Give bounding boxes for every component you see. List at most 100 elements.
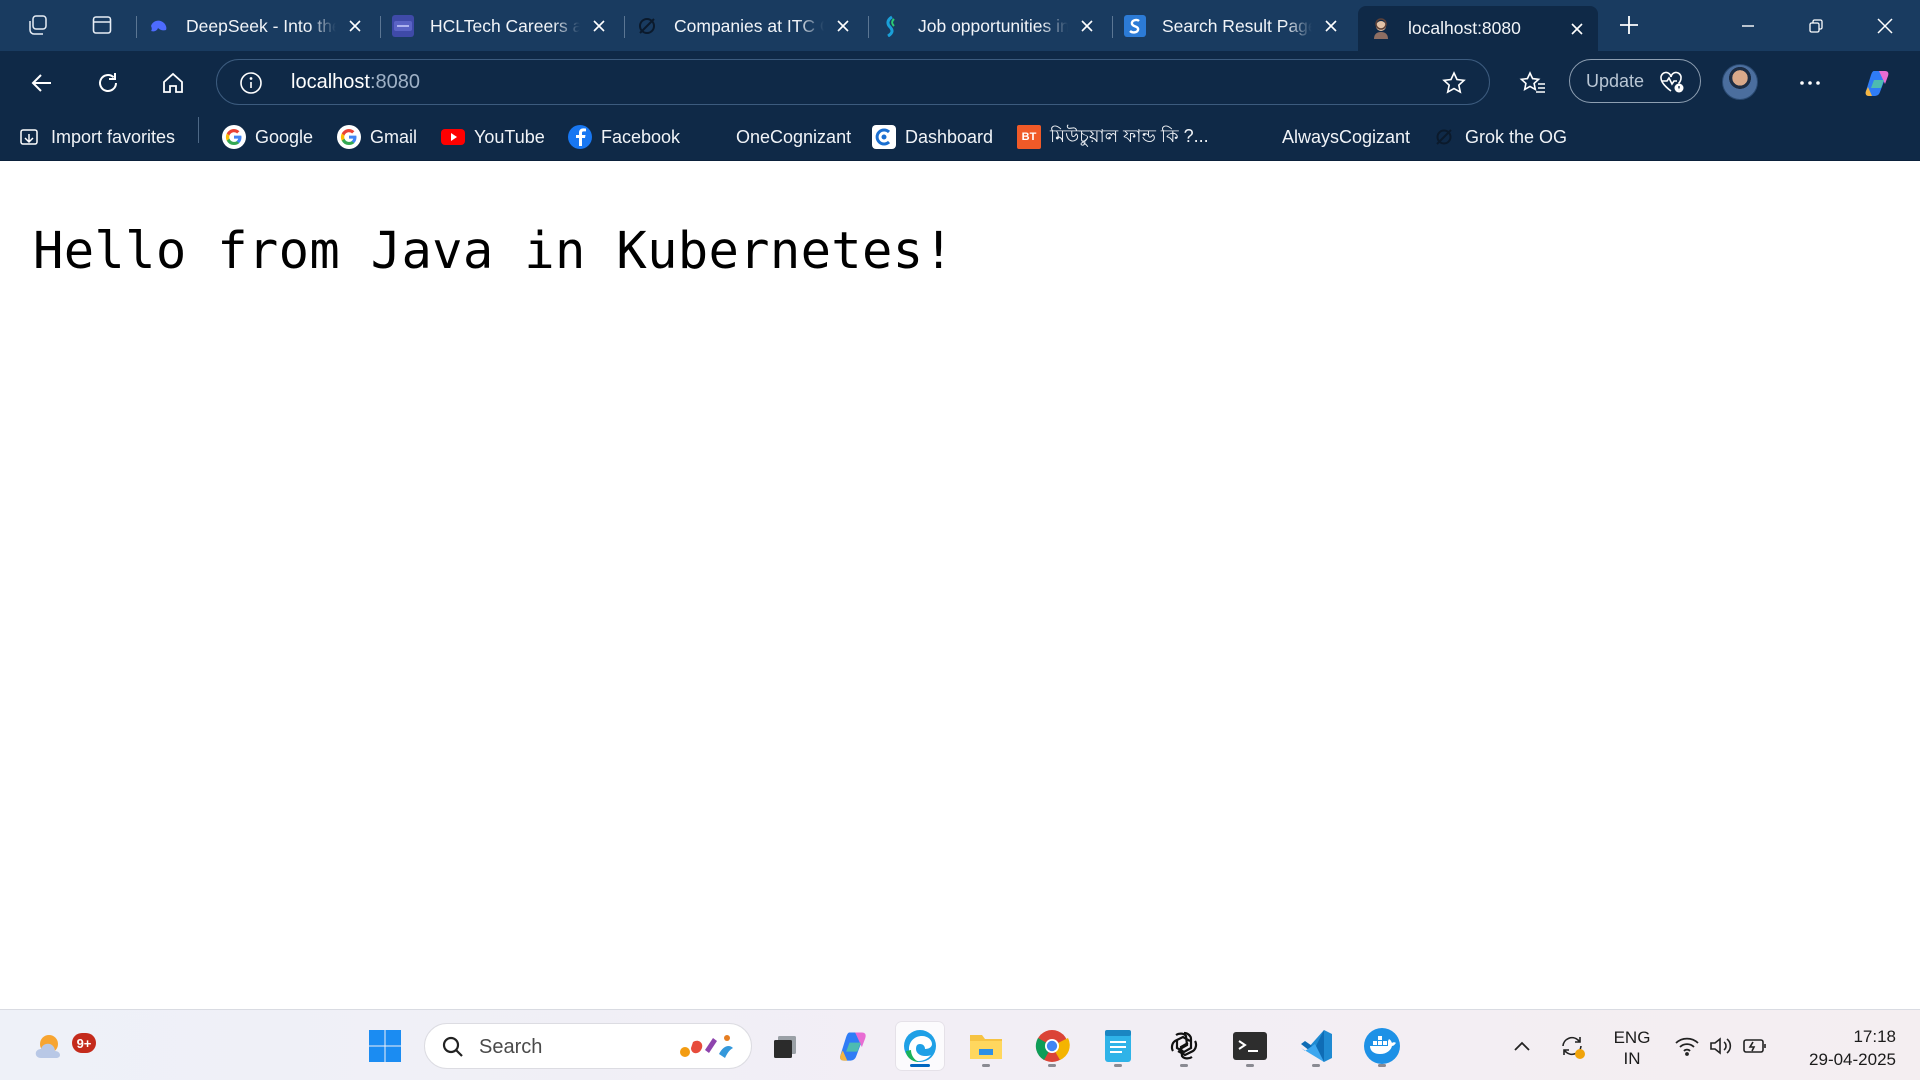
taskbar-chrome[interactable] [1028,1022,1076,1070]
running-indicator [1312,1064,1320,1067]
favorite-gmail[interactable]: Gmail [337,123,417,151]
taskbar-vscode[interactable] [1292,1022,1340,1070]
favorites-divider [198,117,199,143]
sync-status-button[interactable] [1552,1022,1592,1070]
window-close-button[interactable] [1850,0,1920,51]
tab-job-opportunities[interactable]: Job opportunities in [868,6,1108,46]
page-heading: Hello from Java in Kubernetes! [33,221,955,280]
bt-icon: BT [1017,125,1041,149]
minimize-button[interactable] [1713,0,1783,51]
taskbar-edge[interactable] [896,1022,944,1070]
task-view-button[interactable] [761,1022,809,1070]
terminal-icon [1233,1032,1267,1060]
favorite-google[interactable]: Google [222,123,313,151]
favorite-label: Grok the OG [1465,126,1568,147]
running-indicator [1378,1064,1386,1067]
tab-title: Search Result Page [1162,15,1312,36]
home-button[interactable] [153,63,193,103]
tab-hcltech[interactable]: HCLTech Careers and Jobs [380,6,620,46]
docker-icon [1364,1028,1400,1064]
back-button[interactable] [22,63,62,103]
weather-widget[interactable]: 9+ [26,1022,96,1070]
close-icon[interactable] [832,15,854,37]
vscode-icon [1301,1030,1332,1062]
favorite-star-icon[interactable] [1441,70,1467,96]
taskbar-file-explorer[interactable] [962,1022,1010,1070]
refresh-button[interactable] [88,63,128,103]
address-bar[interactable]: localhost:8080 [216,59,1490,105]
language-indicator[interactable]: ENG IN [1606,1022,1658,1070]
running-indicator [1180,1064,1188,1067]
clock-time: 17:18 [1853,1027,1896,1046]
address-url[interactable]: localhost:8080 [291,71,420,94]
search-highlight-icon [675,1030,739,1069]
search-icon [441,1035,465,1064]
weather-icon [35,1035,60,1058]
favorites-icon[interactable] [1513,63,1553,103]
google-icon [222,125,246,149]
taskbar-docker[interactable] [1358,1022,1406,1070]
taskbar-terminal[interactable] [1226,1022,1274,1070]
url-host: localhost [291,71,370,93]
new-tab-button[interactable] [1612,8,1646,42]
tab-search-result[interactable]: Search Result Page [1112,6,1352,46]
favorite-alwayscogizant[interactable]: AlwaysCogizant [1249,123,1410,151]
clock-date: 29-04-2025 [1809,1050,1896,1069]
running-indicator [1246,1064,1254,1067]
search-result-icon [1124,15,1146,37]
favorite-label: YouTube [474,126,545,147]
dashboard-icon [872,125,896,149]
copilot-icon[interactable] [1858,63,1898,103]
grok-icon [1432,125,1456,149]
favorite-import[interactable]: Import favorites [18,123,175,151]
deepseek-icon [148,15,170,37]
favorite-onecognizant[interactable]: OneCognizant [703,123,851,151]
more-menu-icon[interactable] [1790,63,1830,103]
update-button[interactable]: Update [1569,59,1701,103]
running-indicator [1114,1064,1122,1067]
edge-icon [904,1030,936,1062]
tab-separator [624,16,625,38]
quick-settings-button[interactable] [1670,1022,1770,1070]
favorite-label: মিউচুয়াল ফান্ড কি ?... [1050,125,1209,146]
taskbar-chatgpt[interactable] [1160,1022,1208,1070]
close-icon[interactable] [1076,15,1098,37]
heart-pulse-icon [1658,69,1686,95]
tab-localhost[interactable]: localhost:8080 [1358,6,1598,51]
chatgpt-icon [1170,1031,1198,1060]
tab-separator [380,16,381,38]
workspaces-icon[interactable] [21,8,55,42]
cognizant-icon [703,125,727,149]
close-icon[interactable] [588,15,610,37]
import-icon [18,125,42,149]
favorites-bar: Import favorites Google Gmail YouTube Fa… [0,114,1920,161]
close-icon[interactable] [1320,15,1342,37]
close-icon[interactable] [1566,18,1588,40]
task-view-icon [774,1036,796,1058]
vertical-tabs-icon[interactable] [85,8,119,42]
restore-button[interactable] [1781,0,1851,51]
tab-title: DeepSeek - Into the Unknown [186,15,336,36]
tab-deepseek[interactable]: DeepSeek - Into the Unknown [136,6,376,46]
favorite-facebook[interactable]: Facebook [568,123,680,151]
tab-separator [136,16,137,38]
taskbar-search[interactable]: Search [424,1023,752,1069]
notification-badge: 9+ [72,1033,96,1053]
taskbar-notepad[interactable] [1094,1022,1142,1070]
favorite-dashboard[interactable]: Dashboard [872,123,993,151]
tab-companies[interactable]: Companies at ITC Grid [624,6,864,46]
language-line-1: ENG [1613,1028,1651,1047]
chevron-up-icon [1514,1041,1530,1051]
start-button[interactable] [361,1022,409,1070]
clock[interactable]: 17:18 29-04-2025 [1782,1022,1902,1070]
sync-icon [1562,1036,1585,1059]
favorite-mutual-fund[interactable]: BT মিউচুয়াল ফান্ড কি ?... [1017,123,1209,151]
site-info-icon[interactable] [239,71,263,95]
tab-title: Job opportunities in [918,15,1068,36]
close-icon[interactable] [344,15,366,37]
favorite-grok[interactable]: Grok the OG [1432,123,1567,151]
taskbar-copilot[interactable] [830,1022,878,1070]
show-hidden-icons-button[interactable] [1502,1022,1542,1070]
profile-avatar[interactable] [1722,64,1758,100]
favorite-youtube[interactable]: YouTube [441,123,545,151]
